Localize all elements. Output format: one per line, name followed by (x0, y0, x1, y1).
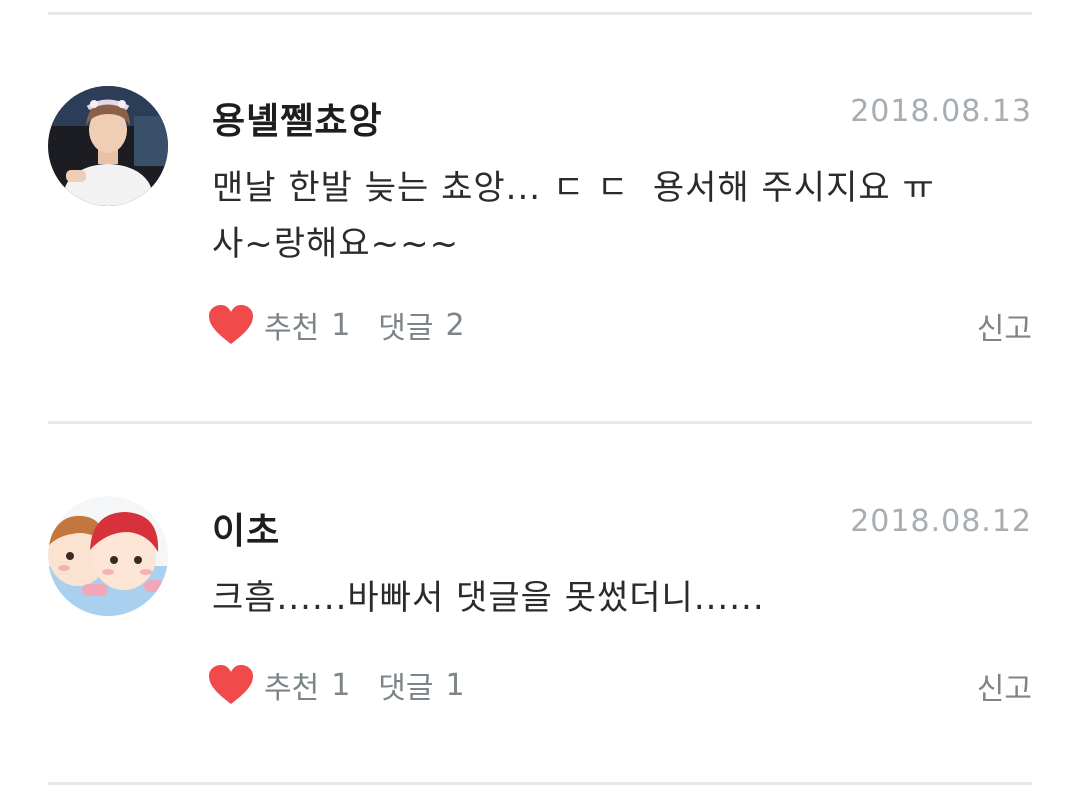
comment-date: 2018.08.12 (850, 504, 1032, 539)
like-label: 추천 (264, 311, 320, 346)
report-button[interactable]: 신고 (977, 304, 1032, 348)
reply-button[interactable]: 댓글 2 (378, 303, 464, 347)
avatar-photo-icon[interactable] (48, 86, 168, 206)
comment-divider (48, 421, 1032, 424)
report-button[interactable]: 신고 (977, 664, 1032, 708)
avatar-illustration-icon[interactable] (48, 496, 168, 616)
reply-label: 댓글 (378, 671, 434, 706)
comment-actions: 추천 1 댓글 2 (208, 302, 465, 348)
heart-icon[interactable] (208, 304, 254, 346)
bottom-divider (48, 782, 1032, 785)
like-label: 추천 (264, 671, 320, 706)
reply-button[interactable]: 댓글 1 (378, 663, 464, 707)
reply-count: 2 (445, 307, 465, 343)
comment-text: 맨날 한발 늦는 쵸앙... ㄷ ㄷ 용서해 주시지요 ㅠ 사~랑해요~~~ (212, 168, 935, 264)
reply-count: 1 (445, 667, 465, 703)
like-button[interactable]: 추천 1 (264, 663, 350, 707)
like-count: 1 (331, 307, 351, 343)
comment-username[interactable]: 용녤쩰쵸앙 (212, 92, 383, 144)
heart-icon[interactable] (208, 664, 254, 706)
like-count: 1 (331, 667, 351, 703)
like-button[interactable]: 추천 1 (264, 303, 350, 347)
comment-actions: 추천 1 댓글 1 (208, 662, 465, 708)
comment-item: 이초 2018.08.12 크흠......바빠서 댓글을 못썼더니......… (48, 496, 1032, 756)
top-divider (48, 12, 1032, 15)
comment-date: 2018.08.13 (850, 94, 1032, 129)
comment-text: 크흠......바빠서 댓글을 못썼더니...... (212, 578, 765, 618)
comment-item: 용녤쩰쵸앙 2018.08.13 맨날 한발 늦는 쵸앙... ㄷ ㄷ 용서해 … (48, 86, 1032, 386)
comment-username[interactable]: 이초 (212, 502, 280, 554)
reply-label: 댓글 (378, 311, 434, 346)
